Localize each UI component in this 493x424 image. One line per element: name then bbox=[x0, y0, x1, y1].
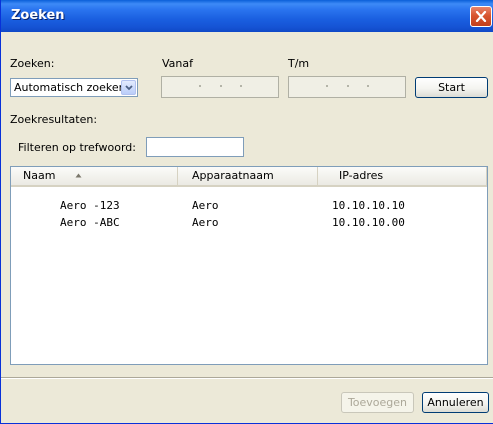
column-header-name-label: Naam bbox=[23, 169, 56, 182]
search-mode-select[interactable]: Automatisch zoeken bbox=[10, 78, 138, 97]
start-button[interactable]: Start bbox=[415, 77, 488, 98]
column-header-ip-label: IP-adres bbox=[339, 169, 384, 182]
search-mode-dropdown-button[interactable] bbox=[121, 80, 136, 95]
table-row[interactable]: Aero -ABC Aero 10.10.10.00 bbox=[11, 214, 487, 231]
sort-ascending-icon bbox=[75, 173, 82, 178]
close-icon bbox=[475, 11, 487, 22]
table-row[interactable]: Aero -123 Aero 10.10.10.10 bbox=[11, 197, 487, 214]
column-header-ip[interactable]: IP-adres bbox=[318, 167, 487, 185]
results-label: Zoekresultaten: bbox=[10, 113, 98, 126]
from-label: Vanaf bbox=[162, 57, 193, 70]
search-mode-value: Automatisch zoeken bbox=[14, 81, 126, 94]
add-button[interactable]: Toevoegen bbox=[341, 392, 414, 413]
list-header: Naam Apparaatnaam IP-adres bbox=[11, 167, 487, 187]
title-bar[interactable]: Zoeken bbox=[1, 0, 493, 32]
cell-device: Aero bbox=[192, 216, 219, 229]
close-button[interactable] bbox=[470, 6, 492, 27]
column-header-name[interactable]: Naam bbox=[11, 167, 178, 185]
footer-divider bbox=[1, 377, 493, 379]
search-mode-label: Zoeken: bbox=[10, 57, 55, 70]
cell-ip: 10.10.10.10 bbox=[332, 199, 405, 212]
cancel-button[interactable]: Annuleren bbox=[422, 392, 489, 413]
cell-name: Aero -ABC bbox=[60, 216, 120, 229]
column-header-device-label: Apparaatnaam bbox=[192, 169, 274, 182]
ip-to-field bbox=[288, 76, 406, 98]
cell-name: Aero -123 bbox=[60, 199, 120, 212]
search-dialog: Zoeken Zoeken: Vanaf T/m Automatisch zoe… bbox=[0, 0, 493, 424]
cell-ip: 10.10.10.00 bbox=[332, 216, 405, 229]
results-list[interactable]: Naam Apparaatnaam IP-adres Aero -123 Aer… bbox=[10, 166, 488, 365]
column-header-device[interactable]: Apparaatnaam bbox=[178, 167, 318, 185]
ip-from-field bbox=[161, 76, 279, 98]
cell-device: Aero bbox=[192, 199, 219, 212]
window-title: Zoeken bbox=[11, 8, 65, 23]
to-label: T/m bbox=[288, 57, 310, 70]
filter-label: Filteren op trefwoord: bbox=[18, 141, 136, 154]
chevron-down-icon bbox=[125, 85, 133, 91]
filter-input[interactable] bbox=[146, 137, 244, 157]
